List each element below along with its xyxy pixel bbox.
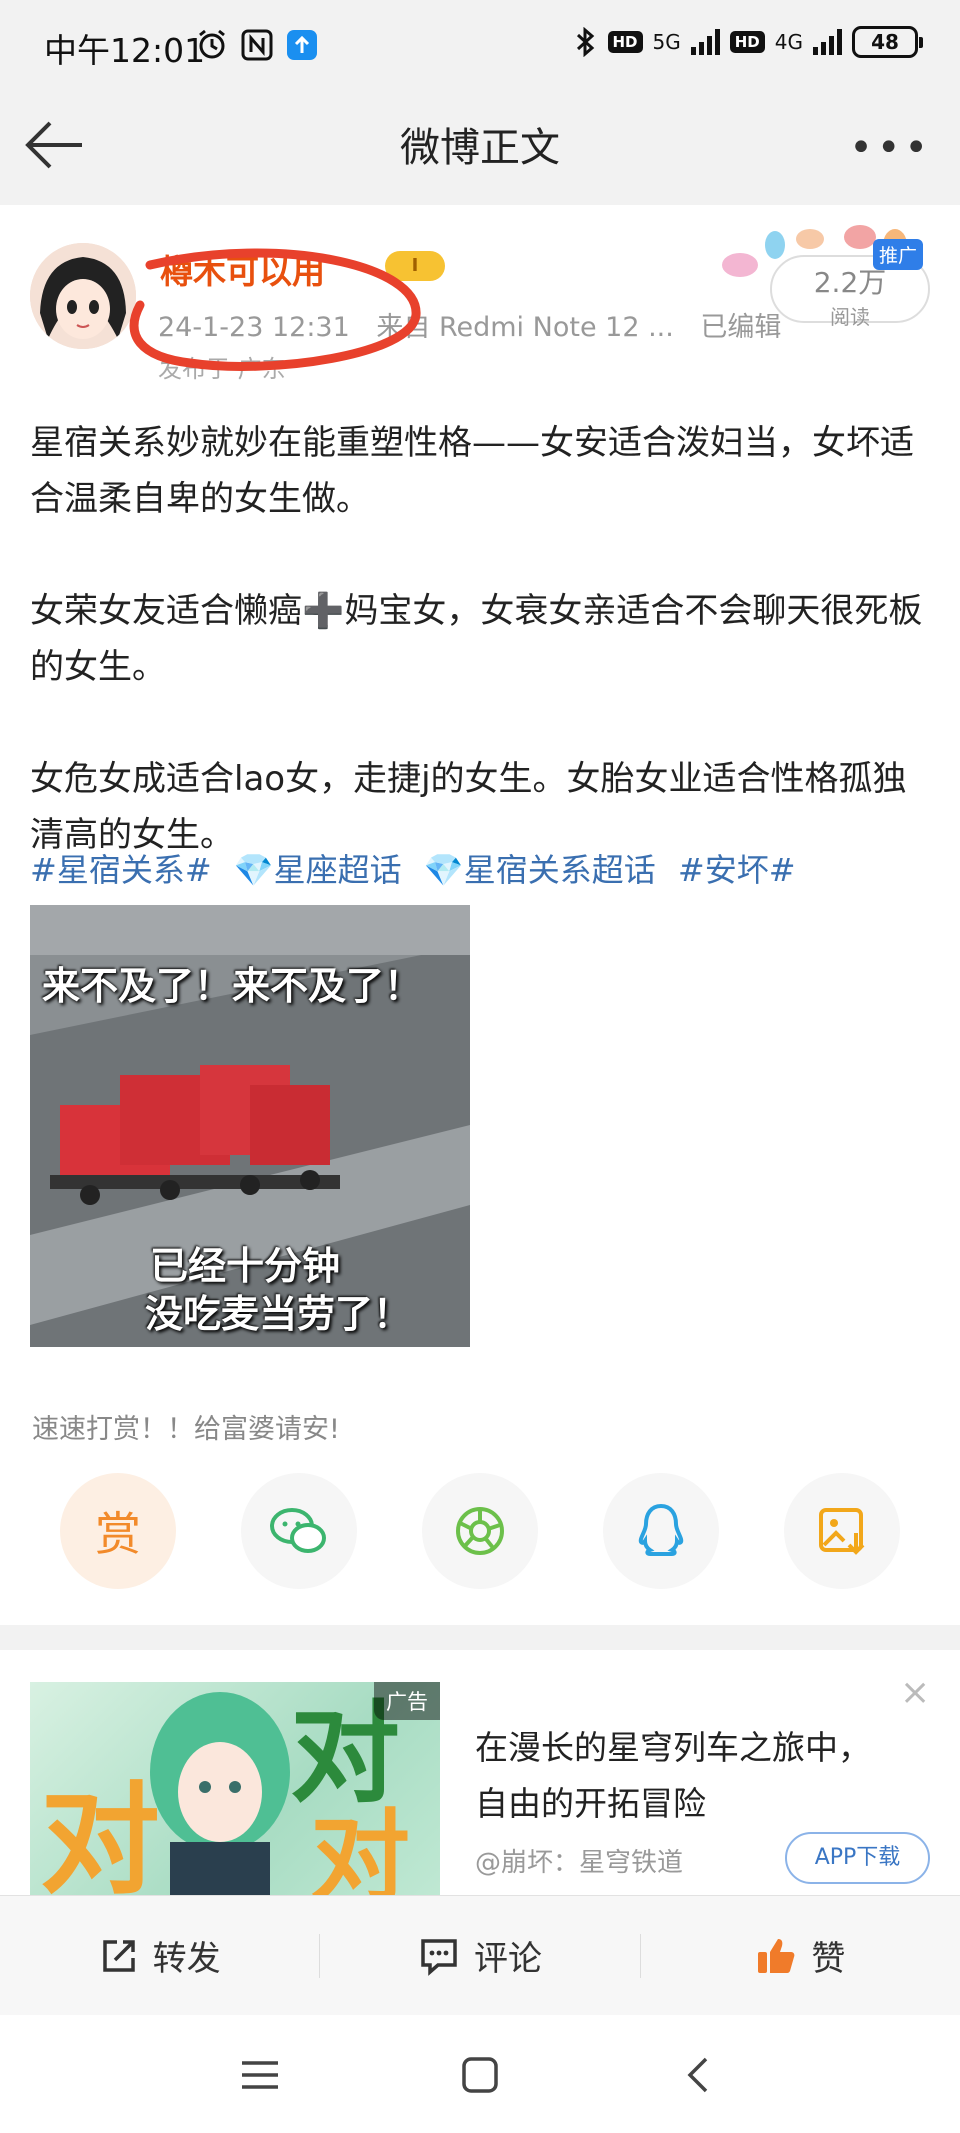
ad-card[interactable]: 对 对 对 广告 在漫长的星穹列车之旅中，自由的开拓冒险 @崩坏：星穹铁道 AP… [0,1650,960,1895]
hashtag-row: #星宿关系# 💎星座超话 💎星宿关系超话 #安坏# [30,845,808,891]
share-qq-button[interactable] [603,1473,719,1589]
avatar[interactable] [30,243,136,349]
repost-button[interactable]: 转发 [0,1931,319,1980]
wechat-icon [270,1508,326,1553]
share-moments-button[interactable] [422,1473,538,1589]
comment-icon [421,1938,457,1976]
status-indicators: HD 5G HD 4G 48 [572,26,923,58]
signal-icon [690,29,720,55]
hashtag-link[interactable]: 💎星座超话 [234,851,402,889]
comment-button[interactable]: 评论 [320,1931,639,1980]
qq-icon [638,1503,684,1556]
nav-bar: 微博正文 ••• [0,95,960,195]
promo-tag[interactable]: 推广 [873,239,924,270]
read-label: 阅读 [830,305,870,329]
comment-label: 评论 [473,1939,542,1979]
app-download-button[interactable]: APP下载 [785,1832,930,1884]
bottom-action-bar: 转发 评论 赞 [0,1895,960,2015]
network-4g-label: 4G [774,30,803,54]
avatar-image [30,243,136,349]
post-paragraph: 星宿关系妙就妙在能重塑性格——女安适合泼妇当，女坏适合温柔自卑的女生做。 [30,423,914,519]
reward-icon: 赏 [95,1507,141,1561]
hashtag-link[interactable]: #安坏# [678,851,796,889]
post-image[interactable]: 来不及了！来不及了！ 已经十分钟 没吃麦当劳了！ [30,905,470,1347]
share-row: 赏 [60,1473,900,1593]
save-image-button[interactable] [784,1473,900,1589]
post-card: 樽木可以用 I 24-1-23 12:31 来自 Redmi Note 12 .… [0,205,960,1625]
close-icon[interactable]: × [900,1672,930,1713]
reward-prompt: 速速打赏！！给富婆请安! [32,1414,340,1445]
repost-label: 转发 [152,1939,221,1979]
share-wechat-button[interactable] [241,1473,357,1589]
svg-text:对: 对 [310,1799,410,1895]
upload-notification-icon [287,30,317,60]
post-location: 发布于 广东 [158,355,286,383]
moments-icon [456,1507,504,1555]
post-body: 星宿关系妙就妙在能重塑性格——女安适合泼妇当，女坏适合温柔自卑的女生做。 女荣女… [30,415,930,863]
battery-indicator: 48 [852,26,923,58]
home-icon[interactable] [458,2053,502,2097]
network-5g-label: 5G [652,30,681,54]
alarm-icon [199,29,225,59]
ad-image[interactable]: 对 对 对 广告 [30,1682,440,1895]
more-options-icon[interactable]: ••• [849,125,932,171]
thumbs-up-icon [758,1938,795,1973]
back-icon[interactable] [678,2053,722,2097]
hd-badge: HD [729,31,765,53]
signal-icon [813,29,842,55]
hd-badge: HD [607,31,643,53]
save-image-icon [819,1508,865,1555]
like-label: 赞 [811,1939,846,1979]
reward-button[interactable]: 赏 [60,1473,176,1589]
hashtag-link[interactable]: #星宿关系# [30,851,212,889]
image-caption-top: 来不及了！来不及了！ [42,964,423,1008]
post-source: 来自 Redmi Note 12 ... [376,312,674,343]
like-button[interactable]: 赞 [641,1931,960,1980]
hashtag-link[interactable]: 💎星宿关系超话 [424,851,656,889]
nfc-icon [241,29,273,61]
bluetooth-icon [576,27,594,57]
timestamp: 24-1-23 12:31 [158,312,350,343]
status-bar: 中午12:01 HD 5G HD 4G 48 [0,0,960,95]
post-paragraph: 女荣女友适合懒癌➕妈宝女，女衰女亲适合不会聊天很死板的女生。 [30,591,923,687]
ad-title[interactable]: 在漫长的星穹列车之旅中，自由的开拓冒险 [475,1720,875,1832]
username[interactable]: 樽木可以用 [160,245,325,293]
system-nav-bar [0,2015,960,2133]
clock: 中午12:01 [44,31,206,70]
page-title: 微博正文 [400,125,560,171]
repost-icon [102,1939,135,1972]
image-caption-bottom: 已经十分钟 [150,1244,341,1288]
ad-source[interactable]: @崩坏：星穹铁道 [475,1842,683,1879]
vip-badge: I [385,251,445,281]
menu-icon[interactable] [238,2053,282,2097]
svg-text:对: 对 [40,1772,160,1895]
image-caption-bottom: 没吃麦当劳了！ [145,1292,412,1336]
ad-label: 广告 [374,1682,440,1720]
